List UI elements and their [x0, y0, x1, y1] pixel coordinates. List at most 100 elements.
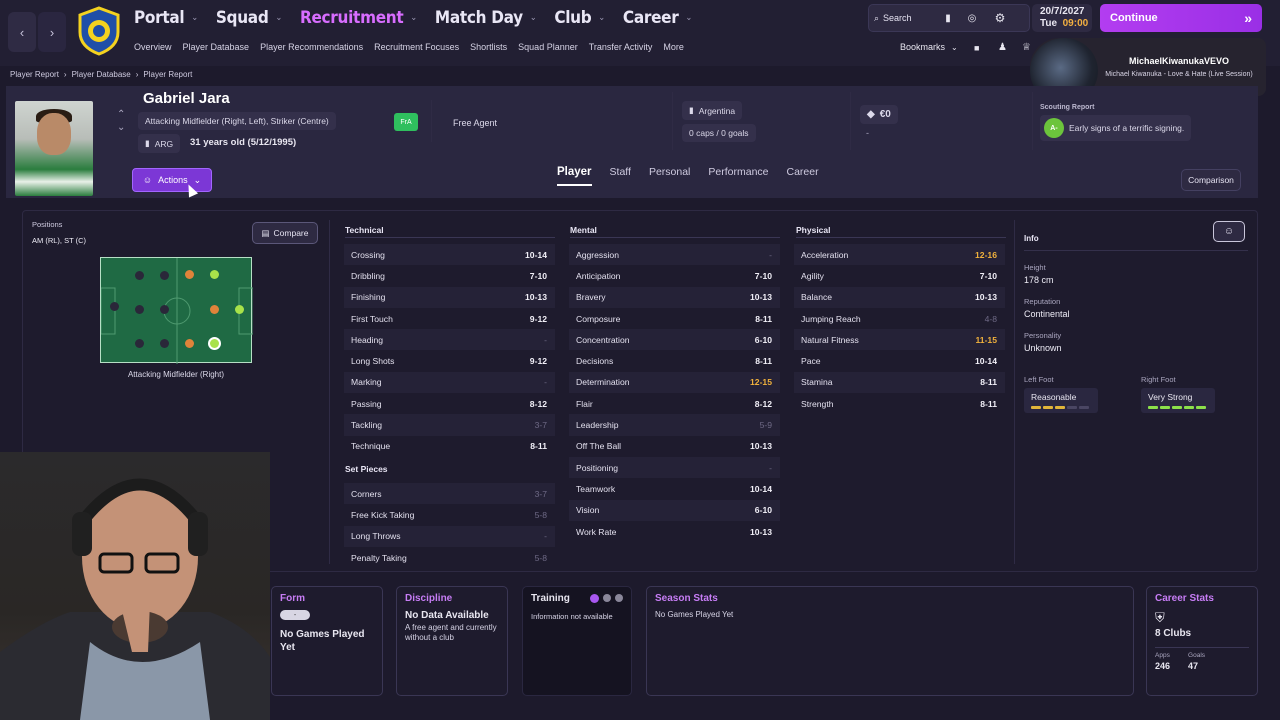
- tab-personal[interactable]: Personal: [649, 166, 690, 186]
- discipline-card[interactable]: Discipline No Data Available A free agen…: [396, 586, 508, 696]
- attribute-row[interactable]: Technique 8-11: [344, 436, 555, 457]
- attribute-value: 6-10: [754, 505, 772, 516]
- bookmark-icon[interactable]: ▮: [938, 8, 958, 28]
- attribute-row[interactable]: Strength 8-11: [794, 393, 1005, 414]
- tab-career[interactable]: Career: [787, 166, 819, 186]
- menu-item-club[interactable]: Club ⌄: [554, 8, 605, 28]
- goals-value: 47: [1188, 661, 1199, 671]
- attribute-row[interactable]: Anticipation 7-10: [569, 265, 780, 286]
- attribute-row[interactable]: Agility 7-10: [794, 265, 1005, 286]
- left-foot: Left Foot Reasonable: [1024, 375, 1098, 413]
- pager-dot[interactable]: [603, 594, 611, 602]
- globe-icon[interactable]: ◎: [962, 8, 982, 28]
- pager-dot[interactable]: [615, 594, 623, 602]
- attribute-row[interactable]: Determination 12-15: [569, 371, 780, 394]
- attribute-row[interactable]: Work Rate 10-13: [569, 521, 780, 542]
- attribute-row[interactable]: Aggression -: [569, 244, 780, 266]
- submenu-item[interactable]: More: [663, 42, 684, 52]
- submenu-item[interactable]: Player Recommendations: [260, 42, 363, 52]
- forward-button[interactable]: ›: [38, 12, 66, 52]
- attribute-row[interactable]: Marking -: [344, 371, 555, 394]
- attribute-row[interactable]: Corners 3-7: [344, 483, 555, 505]
- attribute-row[interactable]: Flair 8-12: [569, 393, 780, 414]
- scout-person-icon[interactable]: ☺: [1213, 221, 1245, 242]
- menu-item-recruitment[interactable]: Recruitment ⌄: [300, 8, 417, 28]
- attribute-name: Bravery: [576, 292, 606, 303]
- attribute-row[interactable]: Bravery 10-13: [569, 286, 780, 308]
- attribute-row[interactable]: Dribbling 7-10: [344, 265, 555, 286]
- player-nav-arrows[interactable]: ⌃ ⌄: [117, 108, 125, 134]
- discipline-text: A free agent and currently without a clu…: [405, 623, 497, 642]
- attribute-name: Penalty Taking: [351, 552, 407, 563]
- continue-button[interactable]: Continue »: [1100, 4, 1262, 32]
- pitch-position: [160, 339, 169, 348]
- attribute-row[interactable]: Off The Ball 10-13: [569, 436, 780, 457]
- attribute-row[interactable]: Concentration 6-10: [569, 329, 780, 351]
- comparison-button[interactable]: Comparison: [1181, 169, 1241, 191]
- club-crest-icon[interactable]: [74, 6, 124, 56]
- attribute-row[interactable]: Pace 10-14: [794, 350, 1005, 371]
- attribute-row[interactable]: Natural Fitness 11-15: [794, 329, 1005, 351]
- attribute-row[interactable]: Passing 8-12: [344, 393, 555, 414]
- menu-item-squad[interactable]: Squad ⌄: [216, 8, 282, 28]
- tab-player[interactable]: Player: [557, 166, 592, 186]
- submenu-item[interactable]: Squad Planner: [518, 42, 578, 52]
- submenu-item[interactable]: Recruitment Focuses: [374, 42, 459, 52]
- time-text: 09:00: [1062, 18, 1089, 29]
- attribute-row[interactable]: Long Shots 9-12: [344, 350, 555, 371]
- attribute-row[interactable]: Penalty Taking 5-8: [344, 547, 555, 568]
- back-button[interactable]: ‹: [8, 12, 36, 52]
- menu-item-career[interactable]: Career ⌄: [623, 8, 692, 28]
- breadcrumb-item[interactable]: Player Report: [10, 70, 59, 79]
- attribute-row[interactable]: Decisions 8-11: [569, 350, 780, 371]
- attribute-value: 8-11: [755, 356, 772, 367]
- scout-summary: Early signs of a terrific signing.: [1069, 123, 1185, 133]
- trophy-icon[interactable]: ♕: [1022, 42, 1031, 53]
- attribute-row[interactable]: Tackling 3-7: [344, 414, 555, 436]
- attribute-row[interactable]: Composure 8-11: [569, 308, 780, 329]
- submenu-item[interactable]: Player Database: [183, 42, 250, 52]
- pitch-position-selected[interactable]: [208, 337, 221, 350]
- pager-dot-active[interactable]: [590, 594, 599, 603]
- attribute-row[interactable]: First Touch 9-12: [344, 308, 555, 329]
- attribute-row[interactable]: Balance 10-13: [794, 286, 1005, 308]
- attribute-row[interactable]: Jumping Reach 4-8: [794, 308, 1005, 329]
- career-stats-card[interactable]: Career Stats ⛨ 8 Clubs Apps 246 Goals 47: [1146, 586, 1258, 696]
- people-icon[interactable]: ♟: [998, 42, 1007, 53]
- selected-role: Attacking Midfielder (Right): [127, 370, 225, 379]
- attribute-row[interactable]: Acceleration 12-16: [794, 244, 1005, 266]
- webcam-overlay: [0, 452, 270, 720]
- attribute-row[interactable]: Teamwork 10-14: [569, 478, 780, 499]
- search-button[interactable]: ⌕ Search: [874, 8, 928, 28]
- chat-icon[interactable]: ■: [974, 43, 979, 53]
- bookmarks-menu[interactable]: Bookmarks ⌄: [900, 42, 958, 52]
- compare-button[interactable]: ▤ Compare: [252, 222, 318, 244]
- training-pager[interactable]: [590, 594, 623, 603]
- submenu-item[interactable]: Transfer Activity: [589, 42, 653, 52]
- tab-staff[interactable]: Staff: [610, 166, 631, 186]
- form-card[interactable]: Form - No Games Played Yet: [271, 586, 383, 696]
- training-card[interactable]: Training Information not available: [522, 586, 632, 696]
- attribute-row[interactable]: Finishing 10-13: [344, 286, 555, 308]
- submenu-item[interactable]: Shortlists: [470, 42, 507, 52]
- attribute-name: First Touch: [351, 313, 393, 324]
- scouting-report[interactable]: A- Early signs of a terrific signing.: [1040, 115, 1192, 141]
- attribute-row[interactable]: Leadership 5-9: [569, 414, 780, 436]
- attribute-row[interactable]: Long Throws -: [344, 525, 555, 547]
- attribute-row[interactable]: Stamina 8-11: [794, 371, 1005, 394]
- attribute-name: Crossing: [351, 249, 385, 260]
- season-stats-card[interactable]: Season Stats No Games Played Yet: [646, 586, 1134, 696]
- actions-button[interactable]: ☺ Actions ⌄: [132, 168, 212, 192]
- attribute-row[interactable]: Heading -: [344, 329, 555, 351]
- attribute-row[interactable]: Positioning -: [569, 456, 780, 479]
- discipline-title: Discipline: [405, 593, 453, 604]
- menu-item-portal[interactable]: Portal ⌄: [134, 8, 198, 28]
- gear-icon[interactable]: ⚙: [990, 8, 1010, 28]
- submenu-item[interactable]: Overview: [134, 42, 172, 52]
- tab-performance[interactable]: Performance: [708, 166, 768, 186]
- attribute-row[interactable]: Crossing 10-14: [344, 244, 555, 266]
- breadcrumb-item[interactable]: Player Database: [72, 70, 131, 79]
- attribute-row[interactable]: Vision 6-10: [569, 499, 780, 521]
- menu-item-match-day[interactable]: Match Day ⌄: [435, 8, 537, 28]
- attribute-row[interactable]: Free Kick Taking 5-8: [344, 504, 555, 525]
